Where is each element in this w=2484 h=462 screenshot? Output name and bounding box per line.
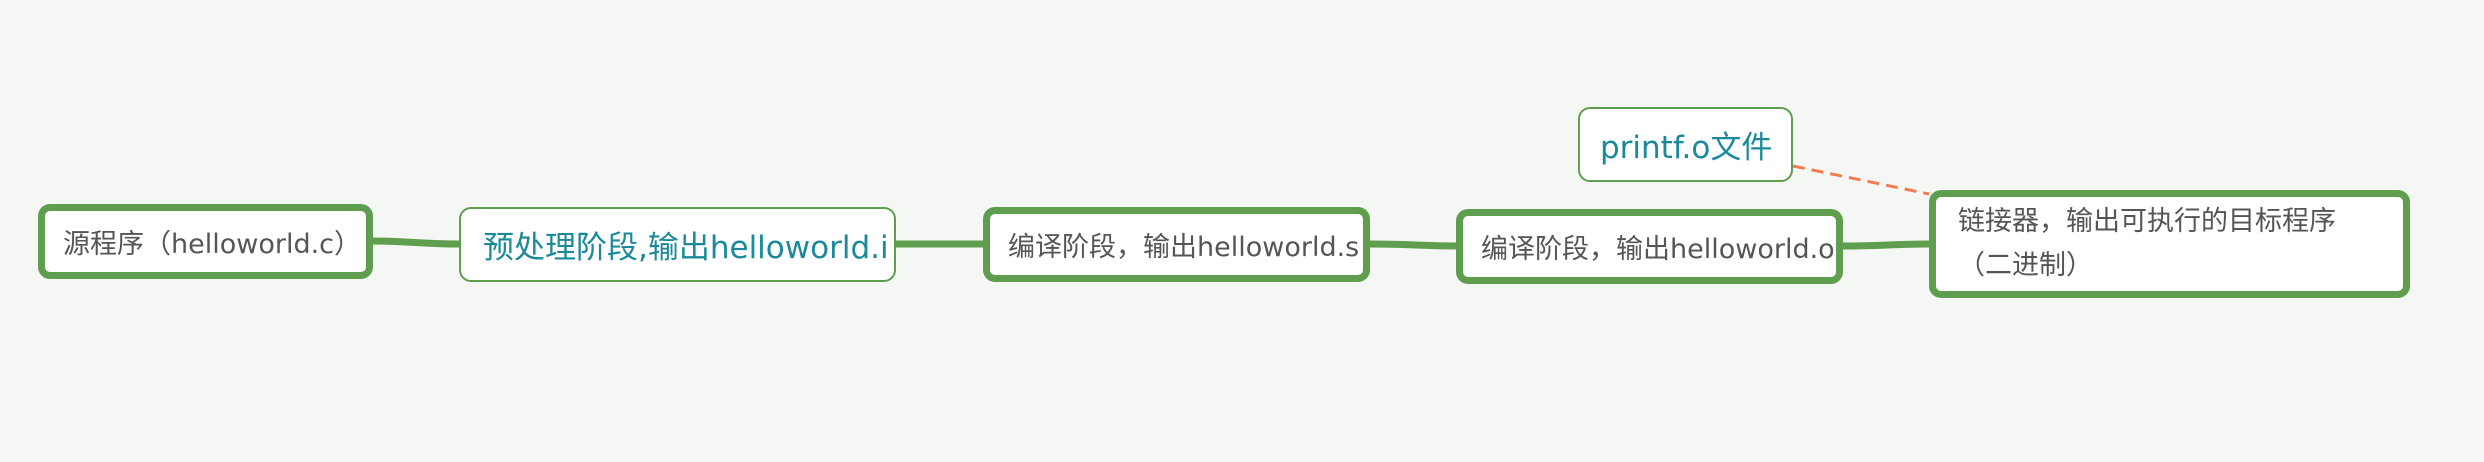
- node-linker[interactable]: 链接器，输出可执行的目标程序（二进制）: [1929, 190, 2410, 298]
- node-label: 编译阶段，输出helloworld.o: [1481, 234, 1835, 265]
- node-source-program[interactable]: 源程序（helloworld.c）: [38, 204, 373, 279]
- node-label: 链接器，输出可执行的目标程序（二进制）: [1958, 206, 2336, 281]
- node-label: printf.o文件: [1600, 130, 1773, 166]
- node-compile-stage-o[interactable]: 编译阶段，输出helloworld.o: [1456, 209, 1843, 284]
- node-label: 编译阶段，输出helloworld.s: [1008, 232, 1360, 263]
- node-label: 预处理阶段,输出helloworld.i: [483, 230, 889, 266]
- relation-printf-linker: [1792, 164, 1930, 196]
- node-compile-stage-s[interactable]: 编译阶段，输出helloworld.s: [983, 207, 1370, 282]
- connector-compile-o-linker: [1842, 240, 1930, 250]
- node-printf-object[interactable]: printf.o文件: [1578, 107, 1793, 182]
- connector-source-preprocess: [372, 237, 460, 248]
- connector-compile-s-compile-o: [1369, 240, 1457, 250]
- node-preprocess-stage[interactable]: 预处理阶段,输出helloworld.i: [459, 207, 896, 282]
- node-label: 源程序（helloworld.c）: [63, 229, 362, 260]
